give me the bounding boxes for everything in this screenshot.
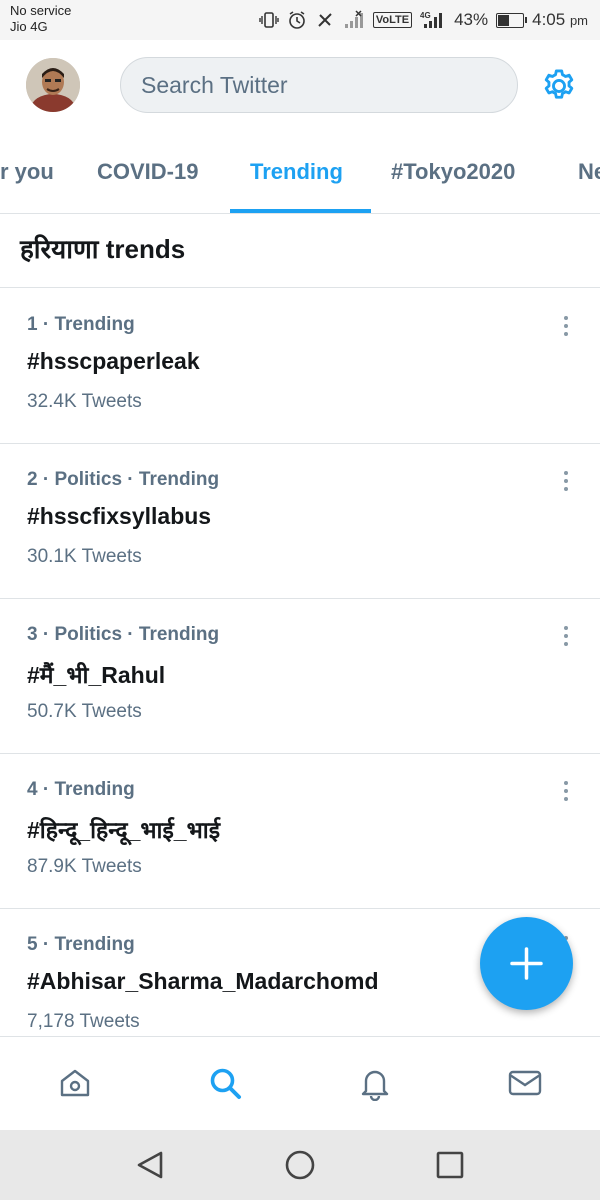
carrier-line-2: Jio 4G: [10, 19, 48, 34]
trend-name: #Abhisar_Sharma_Madarchomd: [27, 968, 379, 994]
tab-news[interactable]: Ne: [578, 159, 600, 185]
signal-4g-icon: 4G: [420, 10, 446, 30]
search-input[interactable]: Search Twitter: [120, 57, 518, 113]
tab-covid-19[interactable]: COVID-19: [97, 159, 198, 185]
clock: 4:05 pm: [532, 10, 588, 30]
gear-icon[interactable]: [540, 67, 578, 105]
battery-percent: 43%: [454, 10, 489, 29]
trend-item[interactable]: 2 · Politics · Trending #hsscfixsyllabus…: [0, 443, 600, 599]
trend-count: 7,178 Tweets: [27, 1011, 140, 1032]
trend-meta: 2 · Politics · Trending: [27, 469, 220, 490]
clock-time: 4:05: [532, 10, 566, 29]
trend-name: #hsscfixsyllabus: [27, 503, 212, 529]
svg-text:4G: 4G: [420, 11, 431, 20]
plus-icon: [510, 947, 543, 980]
trend-meta: 3 · Politics · Trending: [27, 624, 220, 645]
trend-item[interactable]: 1 · Trending #hsscpaperleak 32.4K Tweets: [0, 288, 600, 444]
trend-meta: 4 · Trending: [27, 779, 135, 800]
trend-count: 87.9K Tweets: [27, 856, 142, 877]
trend-meta: 5 · Trending: [27, 934, 135, 955]
trend-count: 30.1K Tweets: [27, 546, 142, 567]
header: Search Twitter: [0, 40, 600, 135]
trend-item[interactable]: 4 · Trending #हिन्दू_हिन्दू_भाई_भाई 87.9…: [0, 753, 600, 909]
trend-count: 32.4K Tweets: [27, 391, 142, 412]
avatar[interactable]: [26, 58, 80, 112]
bell-icon[interactable]: [357, 1065, 393, 1102]
section-title: हरियाणा trends: [20, 234, 186, 264]
battery-icon: [496, 12, 528, 28]
clock-ampm: pm: [569, 13, 588, 28]
tab-trending[interactable]: Trending: [250, 159, 343, 185]
tab-for-you[interactable]: r you: [0, 159, 54, 185]
search-icon[interactable]: [207, 1065, 243, 1101]
more-options-icon[interactable]: [556, 781, 576, 805]
status-bar: No service Jio 4G VoLTE 4G 43% 4:05 pm: [0, 0, 600, 40]
no-signal-icon: [343, 10, 365, 30]
no-call-icon: [315, 10, 335, 30]
trend-name: #hsscpaperleak: [27, 348, 200, 374]
search-placeholder: Search Twitter: [141, 72, 288, 98]
vibrate-icon: [259, 10, 279, 30]
trend-name: #हिन्दू_हिन्दू_भाई_भाई: [27, 817, 220, 843]
more-options-icon[interactable]: [556, 626, 576, 650]
recents-icon[interactable]: [433, 1148, 467, 1182]
carrier-line-1: No service: [10, 3, 72, 18]
alarm-icon: [287, 10, 307, 30]
active-tab-indicator: [230, 209, 371, 213]
compose-tweet-button[interactable]: [480, 917, 573, 1010]
volte-badge: VoLTE: [372, 12, 413, 28]
trend-meta: 1 · Trending: [27, 314, 135, 335]
android-nav-bar: [0, 1130, 600, 1200]
home-circle-icon[interactable]: [283, 1148, 317, 1182]
more-options-icon[interactable]: [556, 471, 576, 495]
more-options-icon[interactable]: [556, 316, 576, 340]
carrier-info: No service Jio 4G: [10, 3, 71, 35]
back-icon[interactable]: [133, 1148, 167, 1182]
trend-name: #मैं_भी_Rahul: [27, 662, 166, 688]
trend-count: 50.7K Tweets: [27, 701, 142, 722]
bottom-nav: [0, 1036, 600, 1131]
trend-item[interactable]: 3 · Politics · Trending #मैं_भी_Rahul 50…: [0, 598, 600, 754]
explore-tabs: r you COVID-19 Trending #Tokyo2020 Ne: [0, 135, 600, 214]
tab-tokyo2020[interactable]: #Tokyo2020: [391, 159, 515, 185]
status-icons: VoLTE 4G 43% 4:05 pm: [259, 6, 588, 34]
mail-icon[interactable]: [507, 1065, 543, 1101]
home-icon[interactable]: [57, 1065, 93, 1101]
